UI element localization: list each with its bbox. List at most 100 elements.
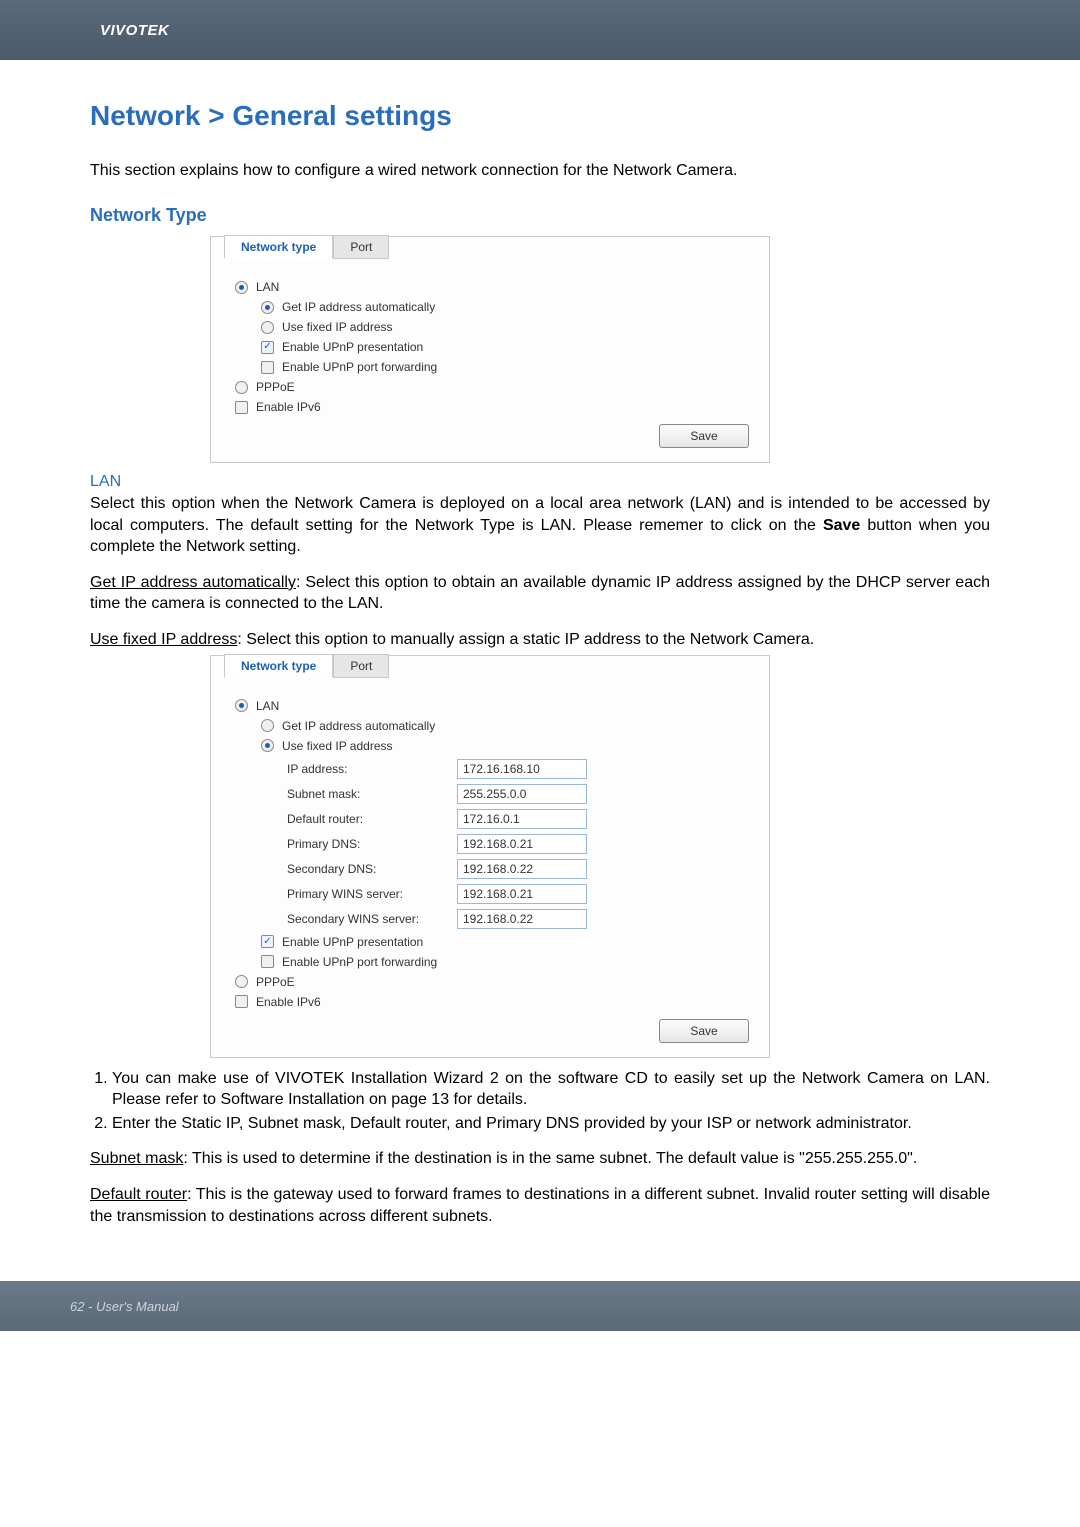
radio-icon (235, 699, 248, 712)
subnet-mask-label: Subnet mask: (287, 787, 457, 801)
primary-wins-input[interactable]: 192.168.0.21 (457, 884, 587, 904)
checkbox-icon (261, 955, 274, 968)
content-area: Network > General settings This section … (0, 60, 1080, 1281)
upnp-presentation-label: Enable UPnP presentation (282, 935, 423, 949)
primary-wins-row: Primary WINS server: 192.168.0.21 (287, 884, 749, 904)
checkbox-icon (235, 995, 248, 1008)
pppoe-label: PPPoE (256, 975, 295, 989)
tab-network-type[interactable]: Network type (224, 654, 333, 678)
panel-body: LAN Get IP address automatically Use fix… (225, 260, 755, 448)
upnp-presentation-check[interactable]: Enable UPnP presentation (261, 340, 749, 354)
page-title: Network > General settings (90, 100, 990, 132)
tab-network-type[interactable]: Network type (224, 235, 333, 259)
checkbox-icon (261, 361, 274, 374)
get-ip-auto-option[interactable]: Get IP address automatically (261, 719, 749, 733)
list-item: You can make use of VIVOTEK Installation… (112, 1068, 990, 1111)
checkbox-icon (235, 401, 248, 414)
brand-label: VIVOTEK (100, 22, 169, 39)
footer-bar: 62 - User's Manual (0, 1281, 1080, 1331)
use-fixed-ip-paragraph: Use fixed IP address: Select this option… (90, 629, 990, 651)
default-router-row: Default router: 172.16.0.1 (287, 809, 749, 829)
radio-icon (235, 381, 248, 394)
tab-port[interactable]: Port (333, 654, 389, 678)
get-ip-auto-option[interactable]: Get IP address automatically (261, 300, 749, 314)
network-type-panel-collapsed: Network type Port LAN Get IP address aut… (210, 236, 770, 463)
ip-address-row: IP address: 172.16.168.10 (287, 759, 749, 779)
use-fixed-ip-option[interactable]: Use fixed IP address (261, 739, 749, 753)
save-button[interactable]: Save (659, 1019, 749, 1043)
subnet-mask-row: Subnet mask: 255.255.0.0 (287, 784, 749, 804)
ipv6-check[interactable]: Enable IPv6 (235, 995, 749, 1009)
upnp-presentation-check[interactable]: Enable UPnP presentation (261, 935, 749, 949)
text: : This is the gateway used to forward fr… (90, 1186, 990, 1225)
primary-dns-row: Primary DNS: 192.168.0.21 (287, 834, 749, 854)
pppoe-option[interactable]: PPPoE (235, 975, 749, 989)
primary-wins-label: Primary WINS server: (287, 887, 457, 901)
secondary-dns-label: Secondary DNS: (287, 862, 457, 876)
default-router-paragraph: Default router: This is the gateway used… (90, 1184, 990, 1227)
ip-address-input[interactable]: 172.16.168.10 (457, 759, 587, 779)
lan-label: LAN (256, 699, 279, 713)
use-fixed-ip-option[interactable]: Use fixed IP address (261, 320, 749, 334)
lan-option[interactable]: LAN (235, 699, 749, 713)
footer-text: 62 - User's Manual (70, 1299, 179, 1314)
use-fixed-ip-label: Use fixed IP address (282, 320, 393, 334)
panel-tabs: Network type Port (224, 655, 755, 679)
secondary-wins-input[interactable]: 192.168.0.22 (457, 909, 587, 929)
upnp-forwarding-check[interactable]: Enable UPnP port forwarding (261, 360, 749, 374)
network-type-heading: Network Type (90, 205, 990, 226)
lan-label: LAN (256, 280, 279, 294)
lan-subheading: LAN (90, 473, 990, 491)
primary-dns-input[interactable]: 192.168.0.21 (457, 834, 587, 854)
radio-icon (261, 321, 274, 334)
secondary-wins-row: Secondary WINS server: 192.168.0.22 (287, 909, 749, 929)
secondary-dns-input[interactable]: 192.168.0.22 (457, 859, 587, 879)
default-router-label: Default router: (287, 812, 457, 826)
upnp-forwarding-check[interactable]: Enable UPnP port forwarding (261, 955, 749, 969)
save-word: Save (823, 517, 860, 534)
radio-icon (261, 301, 274, 314)
default-router-input[interactable]: 172.16.0.1 (457, 809, 587, 829)
tab-port[interactable]: Port (333, 235, 389, 259)
save-button[interactable]: Save (659, 424, 749, 448)
radio-icon (261, 719, 274, 732)
ip-address-label: IP address: (287, 762, 457, 776)
upnp-presentation-label: Enable UPnP presentation (282, 340, 423, 354)
radio-icon (261, 739, 274, 752)
primary-dns-label: Primary DNS: (287, 837, 457, 851)
get-ip-auto-underline: Get IP address automatically (90, 574, 296, 591)
upnp-forwarding-label: Enable UPnP port forwarding (282, 955, 437, 969)
button-row: Save (231, 1019, 749, 1043)
subnet-mask-input[interactable]: 255.255.0.0 (457, 784, 587, 804)
secondary-dns-row: Secondary DNS: 192.168.0.22 (287, 859, 749, 879)
get-ip-auto-label: Get IP address automatically (282, 719, 435, 733)
use-fixed-ip-underline: Use fixed IP address (90, 631, 237, 648)
intro-text: This section explains how to configure a… (90, 162, 990, 180)
checkbox-icon (261, 341, 274, 354)
pppoe-label: PPPoE (256, 380, 295, 394)
lan-option[interactable]: LAN (235, 280, 749, 294)
use-fixed-ip-label: Use fixed IP address (282, 739, 393, 753)
secondary-wins-label: Secondary WINS server: (287, 912, 457, 926)
pppoe-option[interactable]: PPPoE (235, 380, 749, 394)
subnet-mask-underline: Subnet mask (90, 1150, 183, 1167)
text: : This is used to determine if the desti… (183, 1150, 917, 1167)
button-row: Save (231, 424, 749, 448)
list-item: Enter the Static IP, Subnet mask, Defaul… (112, 1113, 990, 1135)
panel-tabs: Network type Port (224, 236, 755, 260)
instruction-list: You can make use of VIVOTEK Installation… (112, 1068, 990, 1135)
ipv6-label: Enable IPv6 (256, 400, 321, 414)
radio-icon (235, 281, 248, 294)
upnp-forwarding-label: Enable UPnP port forwarding (282, 360, 437, 374)
ipv6-label: Enable IPv6 (256, 995, 321, 1009)
panel-body: LAN Get IP address automatically Use fix… (225, 679, 755, 1043)
get-ip-auto-label: Get IP address automatically (282, 300, 435, 314)
checkbox-icon (261, 935, 274, 948)
default-router-underline: Default router (90, 1186, 187, 1203)
text: : Select this option to manually assign … (237, 631, 814, 648)
radio-icon (235, 975, 248, 988)
ipv6-check[interactable]: Enable IPv6 (235, 400, 749, 414)
header-bar: VIVOTEK (0, 0, 1080, 60)
get-ip-auto-paragraph: Get IP address automatically: Select thi… (90, 572, 990, 615)
lan-paragraph-1: Select this option when the Network Came… (90, 493, 990, 558)
